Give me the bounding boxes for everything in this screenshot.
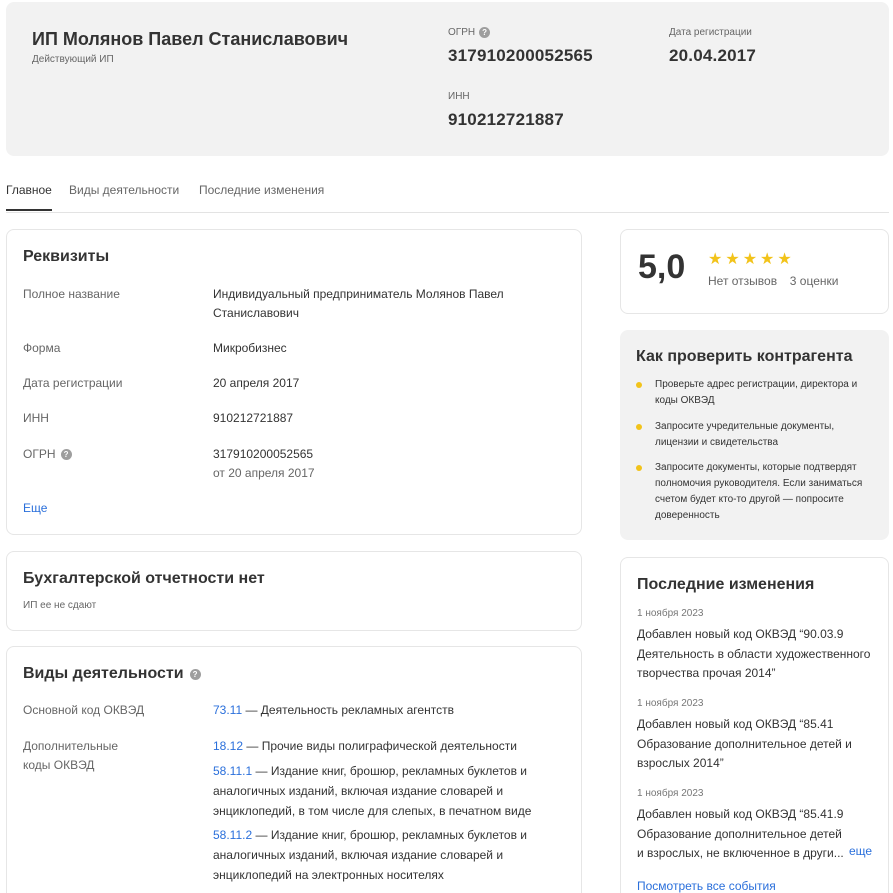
- requisites-card: Реквизиты Полное название Индивидуальный…: [6, 229, 582, 535]
- bullet-icon: [636, 382, 642, 388]
- requisites-title: Реквизиты: [23, 248, 110, 265]
- change-date: 1 ноября 2023: [637, 608, 704, 619]
- okved-description: — Деятельность рекламных агентств: [242, 703, 454, 717]
- activities-card: Виды деятельности ? Основной код ОКВЭД 7…: [6, 646, 582, 893]
- ogrn-date: от 20 апреля 2017: [213, 466, 315, 480]
- okved-description: — Издание книг, брошюр, рекламных буклет…: [213, 828, 528, 882]
- recent-changes-card: Последние изменения 1 ноября 2023 Добавл…: [620, 557, 889, 893]
- company-header: ИП Молянов Павел Станиславович Действующ…: [6, 2, 889, 156]
- ogrn-label-text: ОГРН: [448, 27, 476, 38]
- okved-code-link[interactable]: 73.11: [213, 703, 242, 717]
- star-icon: ★: [742, 251, 758, 268]
- company-status: Действующий ИП: [32, 54, 114, 65]
- okved-code-link[interactable]: 18.12: [213, 739, 243, 753]
- recent-changes-title: Последние изменения: [637, 576, 815, 593]
- check-item: Запросите учредительные документы, лицен…: [636, 419, 870, 451]
- requisites-more-link[interactable]: Еще: [23, 499, 47, 518]
- inn-value: 910212721887: [213, 411, 294, 425]
- tab-activities[interactable]: Виды деятельности: [69, 183, 179, 197]
- check-item: Запросите документы, которые подтвердят …: [636, 460, 870, 524]
- rating-stars: ★ ★ ★ ★ ★: [708, 252, 792, 268]
- ratings-count: 3 оценки: [789, 274, 839, 288]
- accounting-subtitle: ИП ее не сдают: [23, 600, 97, 611]
- full-name-label: Полное название: [23, 287, 120, 301]
- form-value: Микробизнес: [213, 341, 287, 355]
- rating-value: 5,0: [638, 248, 686, 286]
- check-counterparty-card: Как проверить контрагента Проверьте адре…: [620, 330, 889, 540]
- tab-main[interactable]: Главное: [6, 183, 52, 211]
- bullet-icon: [636, 424, 642, 430]
- reg-date-value: 20 апреля 2017: [213, 376, 300, 390]
- star-icon: ★: [760, 251, 775, 268]
- inn-header-value: 910212721887: [448, 110, 564, 129]
- reg-date-header-label: Дата регистрации: [669, 27, 752, 38]
- ogrn-label: ОГРН: [23, 447, 56, 461]
- tab-bar: Главное Виды деятельности Последние изме…: [6, 180, 889, 213]
- okved-description: — Издание книг, брошюр, рекламных буклет…: [213, 764, 532, 818]
- reviews-count[interactable]: Нет отзывов: [708, 274, 777, 288]
- change-date: 1 ноября 2023: [637, 698, 704, 709]
- okved-description: — Прочие виды полиграфической деятельнос…: [243, 739, 517, 753]
- star-icon: ★: [777, 251, 792, 268]
- check-title: Как проверить контрагента: [636, 348, 853, 365]
- rating-card: 5,0 ★ ★ ★ ★ ★ Нет отзывов 3 оценки: [620, 229, 889, 314]
- additional-okved-item: 58.11.1 — Издание книг, брошюр, рекламны…: [213, 761, 548, 821]
- tab-recent-changes[interactable]: Последние изменения: [199, 183, 324, 197]
- change-text: Добавлен новый код ОКВЭД “85.41 Образова…: [637, 717, 852, 770]
- ogrn-value: 317910200052565: [213, 447, 314, 461]
- ogrn-header-value: 317910200052565: [448, 46, 593, 65]
- company-name: ИП Молянов Павел Станиславович: [32, 29, 349, 49]
- check-item-text: Запросите учредительные документы, лицен…: [655, 421, 835, 448]
- inn-header-label: ИНН: [448, 91, 470, 102]
- accounting-card: Бухгалтерской отчетности нет ИП ее не сд…: [6, 551, 582, 631]
- change-text: Добавлен новый код ОКВЭД “90.03.9 Деятел…: [637, 627, 871, 680]
- star-icon: ★: [725, 251, 740, 268]
- reg-date-label: Дата регистрации: [23, 376, 123, 390]
- additional-okved-label: Дополнительные коды ОКВЭД: [23, 739, 118, 772]
- star-icon: ★: [708, 251, 723, 268]
- help-icon[interactable]: ?: [60, 449, 72, 460]
- main-okved-label: Основной код ОКВЭД: [23, 703, 145, 717]
- ogrn-header-label: ОГРН ?: [448, 27, 491, 38]
- change-text: Добавлен новый код ОКВЭД “85.41.9 Образо…: [637, 807, 844, 860]
- form-label: Форма: [23, 341, 61, 355]
- bullet-icon: [636, 465, 642, 471]
- okved-code-link[interactable]: 58.11.1: [213, 764, 252, 778]
- ogrn-value-block: 317910200052565 от 20 апреля 2017: [213, 445, 553, 483]
- okved-code-link[interactable]: 58.11.2: [213, 828, 252, 842]
- main-okved-item: 73.11 — Деятельность рекламных агентств: [213, 700, 548, 720]
- additional-okved-item: 18.12 — Прочие виды полиграфической деят…: [213, 736, 548, 756]
- help-icon[interactable]: ?: [189, 668, 201, 680]
- help-icon[interactable]: ?: [479, 27, 491, 38]
- accounting-title: Бухгалтерской отчетности нет: [23, 570, 265, 587]
- check-item: Проверьте адрес регистрации, директора и…: [636, 377, 870, 409]
- activities-title-row: Виды деятельности ?: [23, 665, 201, 683]
- change-date: 1 ноября 2023: [637, 788, 704, 799]
- additional-okved-item: 58.11.2 — Издание книг, брошюр, рекламны…: [213, 825, 548, 885]
- see-all-events-link[interactable]: Посмотреть все события: [637, 879, 776, 893]
- change-more-link[interactable]: еще: [849, 844, 872, 858]
- check-item-text: Проверьте адрес регистрации, директора и…: [655, 379, 858, 406]
- inn-label: ИНН: [23, 411, 49, 425]
- reg-date-header-value: 20.04.2017: [669, 46, 757, 65]
- ogrn-label-row: ОГРН ?: [23, 445, 72, 464]
- activities-title: Виды деятельности: [23, 665, 184, 682]
- check-item-text: Запросите документы, которые подтвердят …: [655, 462, 863, 521]
- rating-meta: Нет отзывов 3 оценки: [708, 274, 838, 288]
- full-name-value: Индивидуальный предприниматель Молянов П…: [213, 287, 504, 320]
